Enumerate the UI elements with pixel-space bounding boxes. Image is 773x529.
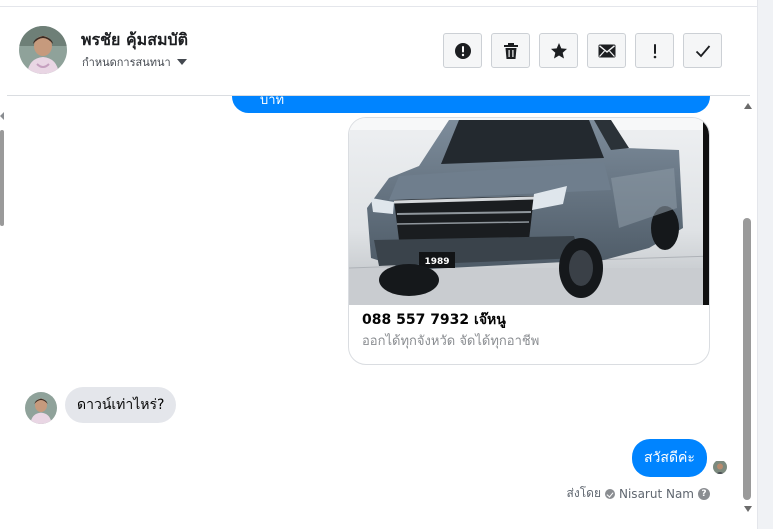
sent-by-prefix: ส่งโดย	[566, 486, 601, 500]
scrollbar-thumb[interactable]	[743, 218, 751, 500]
seen-avatar	[713, 460, 727, 474]
follow-up-button[interactable]	[635, 33, 674, 68]
window-top-edge	[0, 0, 757, 7]
star-button[interactable]	[539, 33, 578, 68]
left-panel-scrollbar[interactable]	[0, 130, 4, 226]
verified-check-icon	[605, 488, 615, 499]
card-subtitle: ออกได้ทุกจังหวัด จัดได้ทุกอาชีพ	[362, 334, 540, 349]
message-thread[interactable]: บ่าท 1989 088 557 7932 เจ๊หนู ออกได้ทุกจ…	[7, 96, 740, 529]
check-icon	[695, 44, 710, 57]
incoming-message-bubble[interactable]: ดาวน์เท่าไหร่?	[65, 387, 177, 423]
exclamation-icon	[653, 43, 656, 58]
chevron-down-icon	[176, 59, 187, 65]
spam-button[interactable]	[443, 33, 482, 68]
message-text: ดาวน์เท่าไหร่?	[77, 397, 165, 413]
message-text: สวัสดีค่ะ	[644, 450, 695, 466]
scroll-up-arrow-icon[interactable]	[744, 103, 752, 109]
left-panel-caret-icon[interactable]	[0, 112, 4, 120]
conversation-label-dropdown[interactable]: กำหนดการสนทนา	[82, 53, 187, 71]
sender-name[interactable]: Nisarut Nam	[619, 487, 694, 501]
scroll-down-arrow-icon[interactable]	[744, 506, 752, 512]
outer-panel-edge	[757, 0, 773, 529]
outgoing-message-bubble-partial[interactable]: บ่าท	[232, 96, 710, 113]
conversation-label-text: กำหนดการสนทนา	[82, 56, 171, 69]
envelope-icon	[598, 44, 615, 57]
conversation-header: พรชัย คุ้มสมบัติ กำหนดการสนทนา	[7, 8, 750, 96]
sent-by-info: ส่งโดย Nisarut Nam ?	[567, 484, 710, 503]
truck-photo[interactable]: 1989	[349, 118, 710, 305]
trash-icon	[503, 42, 518, 59]
shared-attachment-card[interactable]: 1989 088 557 7932 เจ๊หนู ออกได้ทุกจังหวั…	[348, 117, 710, 365]
contact-avatar-small[interactable]	[25, 392, 57, 424]
star-icon	[550, 42, 567, 58]
card-title: 088 557 7932 เจ๊หนู	[362, 312, 506, 328]
alert-icon	[454, 42, 471, 59]
conversation-actions	[443, 33, 722, 68]
thread-scrollbar[interactable]	[740, 96, 756, 529]
message-text: บ่าท	[260, 96, 285, 108]
mark-done-button[interactable]	[683, 33, 722, 68]
license-plate-text: 1989	[424, 257, 449, 267]
delete-button[interactable]	[491, 33, 530, 68]
outgoing-message-bubble[interactable]: สวัสดีค่ะ	[632, 439, 707, 477]
contact-avatar[interactable]	[19, 26, 67, 74]
mark-unread-button[interactable]	[587, 33, 626, 68]
help-icon[interactable]: ?	[698, 487, 710, 500]
contact-name[interactable]: พรชัย คุ้มสมบัติ	[81, 28, 188, 53]
